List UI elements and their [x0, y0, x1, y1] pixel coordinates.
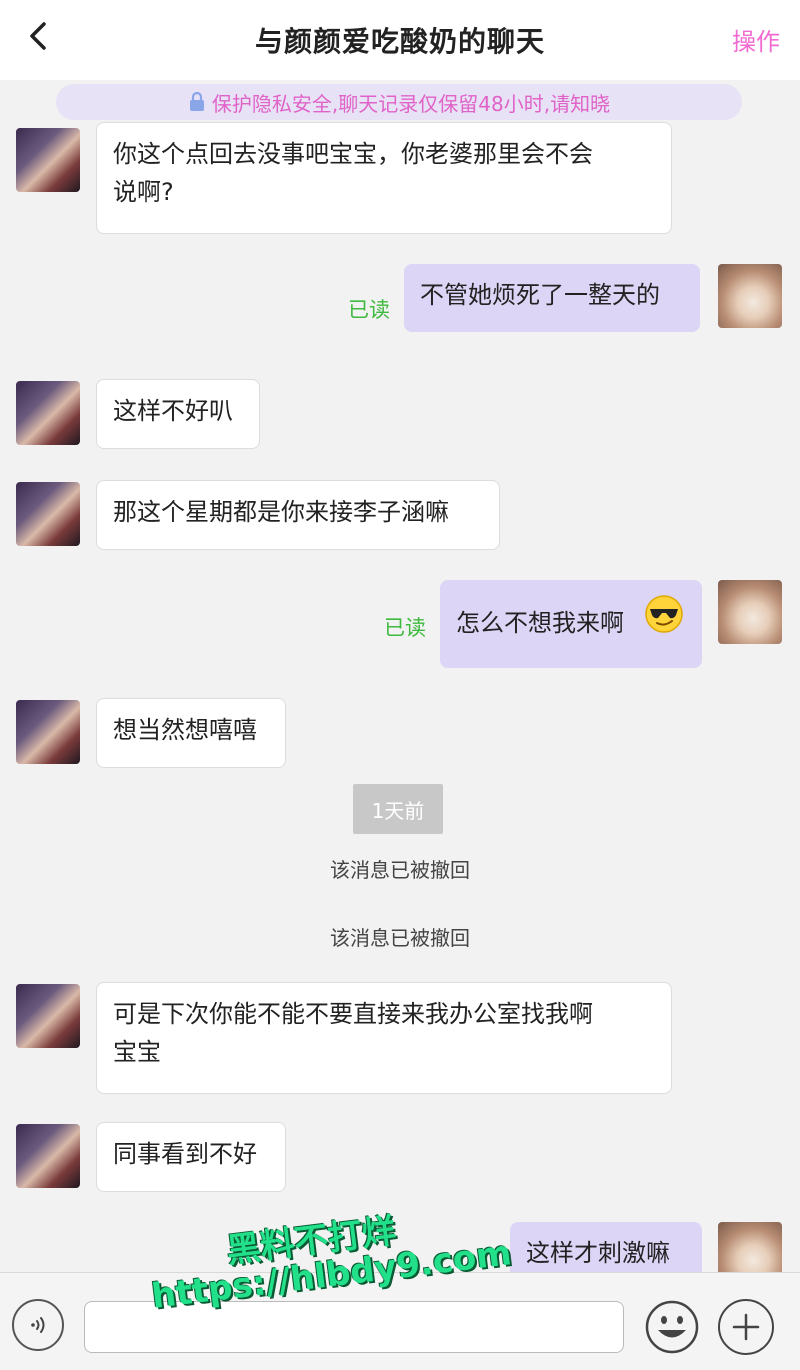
voice-input-button[interactable]	[12, 1299, 64, 1351]
chat-title: 与颜颜爱吃酸奶的聊天	[254, 25, 545, 58]
message-row: 已读 怎么不想我来啊	[0, 578, 800, 673]
message-text: 同事看到不好	[113, 1140, 257, 1168]
message-text: 这样不好叭	[113, 397, 233, 425]
message-text: 想当然想嘻嘻	[113, 716, 257, 744]
sunglasses-emoji-icon	[645, 595, 683, 633]
message-row: 同事看到不好	[0, 1122, 800, 1197]
recalled-message-notice: 该消息已被撤回	[330, 858, 470, 882]
message-row: 这样不好叭	[0, 379, 800, 454]
chevron-left-icon	[30, 22, 46, 50]
message-row: 这样才刺激嘛	[0, 1222, 800, 1272]
message-row: 可是下次你能不能不要直接来我办公室找我啊 宝宝	[0, 982, 800, 1097]
message-bubble[interactable]: 那这个星期都是你来接李子涵嘛	[96, 480, 500, 550]
avatar[interactable]	[718, 580, 782, 644]
message-text: 宝宝	[113, 1038, 161, 1066]
avatar[interactable]	[16, 700, 80, 764]
message-input[interactable]	[84, 1301, 624, 1353]
time-divider: 1天前	[353, 784, 443, 834]
avatar[interactable]	[16, 128, 80, 192]
message-bubble[interactable]: 同事看到不好	[96, 1122, 286, 1192]
message-text: 那这个星期都是你来接李子涵嘛	[113, 498, 449, 526]
more-options-button[interactable]	[718, 1299, 774, 1355]
message-bubble[interactable]: 你这个点回去没事吧宝宝，你老婆那里会不会 说啊?	[96, 122, 672, 234]
message-bubble[interactable]: 怎么不想我来啊	[440, 580, 702, 668]
privacy-banner: 保护隐私安全,聊天记录仅保留48小时,请知晓	[56, 84, 742, 120]
avatar[interactable]	[718, 264, 782, 328]
input-bar	[0, 1272, 800, 1370]
recalled-message-notice: 该消息已被撤回	[330, 926, 470, 950]
plus-icon	[732, 1313, 760, 1341]
avatar[interactable]	[718, 1222, 782, 1272]
message-bubble[interactable]: 可是下次你能不能不要直接来我办公室找我啊 宝宝	[96, 982, 672, 1094]
message-row: 你这个点回去没事吧宝宝，你老婆那里会不会 说啊?	[0, 122, 800, 242]
message-bubble[interactable]: 这样不好叭	[96, 379, 260, 449]
action-button[interactable]: 操作	[732, 22, 780, 57]
voice-wave-icon	[31, 1317, 45, 1333]
avatar[interactable]	[16, 381, 80, 445]
message-text: 不管她烦死了一整天的	[420, 281, 660, 309]
privacy-text: 保护隐私安全,聊天记录仅保留48小时,请知晓	[211, 91, 611, 116]
message-text: 可是下次你能不能不要直接来我办公室找我啊	[113, 1000, 593, 1028]
emoji-button[interactable]	[644, 1299, 700, 1355]
message-bubble[interactable]: 不管她烦死了一整天的	[404, 264, 700, 332]
chat-header: 与颜颜爱吃酸奶的聊天 操作	[0, 0, 800, 80]
message-row: 已读 不管她烦死了一整天的	[0, 260, 800, 335]
message-row: 想当然想嘻嘻	[0, 698, 800, 773]
message-row: 那这个星期都是你来接李子涵嘛	[0, 480, 800, 555]
smiley-icon	[645, 1300, 699, 1354]
read-status: 已读	[348, 298, 390, 322]
avatar[interactable]	[16, 1124, 80, 1188]
message-text: 你这个点回去没事吧宝宝，你老婆那里会不会	[113, 140, 593, 168]
message-text: 这样才刺激嘛	[526, 1239, 670, 1267]
message-text: 怎么不想我来啊	[456, 609, 624, 637]
message-bubble[interactable]: 这样才刺激嘛	[510, 1222, 702, 1272]
read-status: 已读	[384, 616, 426, 640]
back-button[interactable]	[20, 16, 56, 56]
message-text: 说啊?	[113, 178, 174, 206]
avatar[interactable]	[16, 984, 80, 1048]
avatar[interactable]	[16, 482, 80, 546]
chat-area[interactable]: 你这个点回去没事吧宝宝，你老婆那里会不会 说啊? 已读 不管她烦死了一整天的 这…	[0, 122, 800, 1272]
lock-icon	[188, 92, 206, 112]
message-bubble[interactable]: 想当然想嘻嘻	[96, 698, 286, 768]
